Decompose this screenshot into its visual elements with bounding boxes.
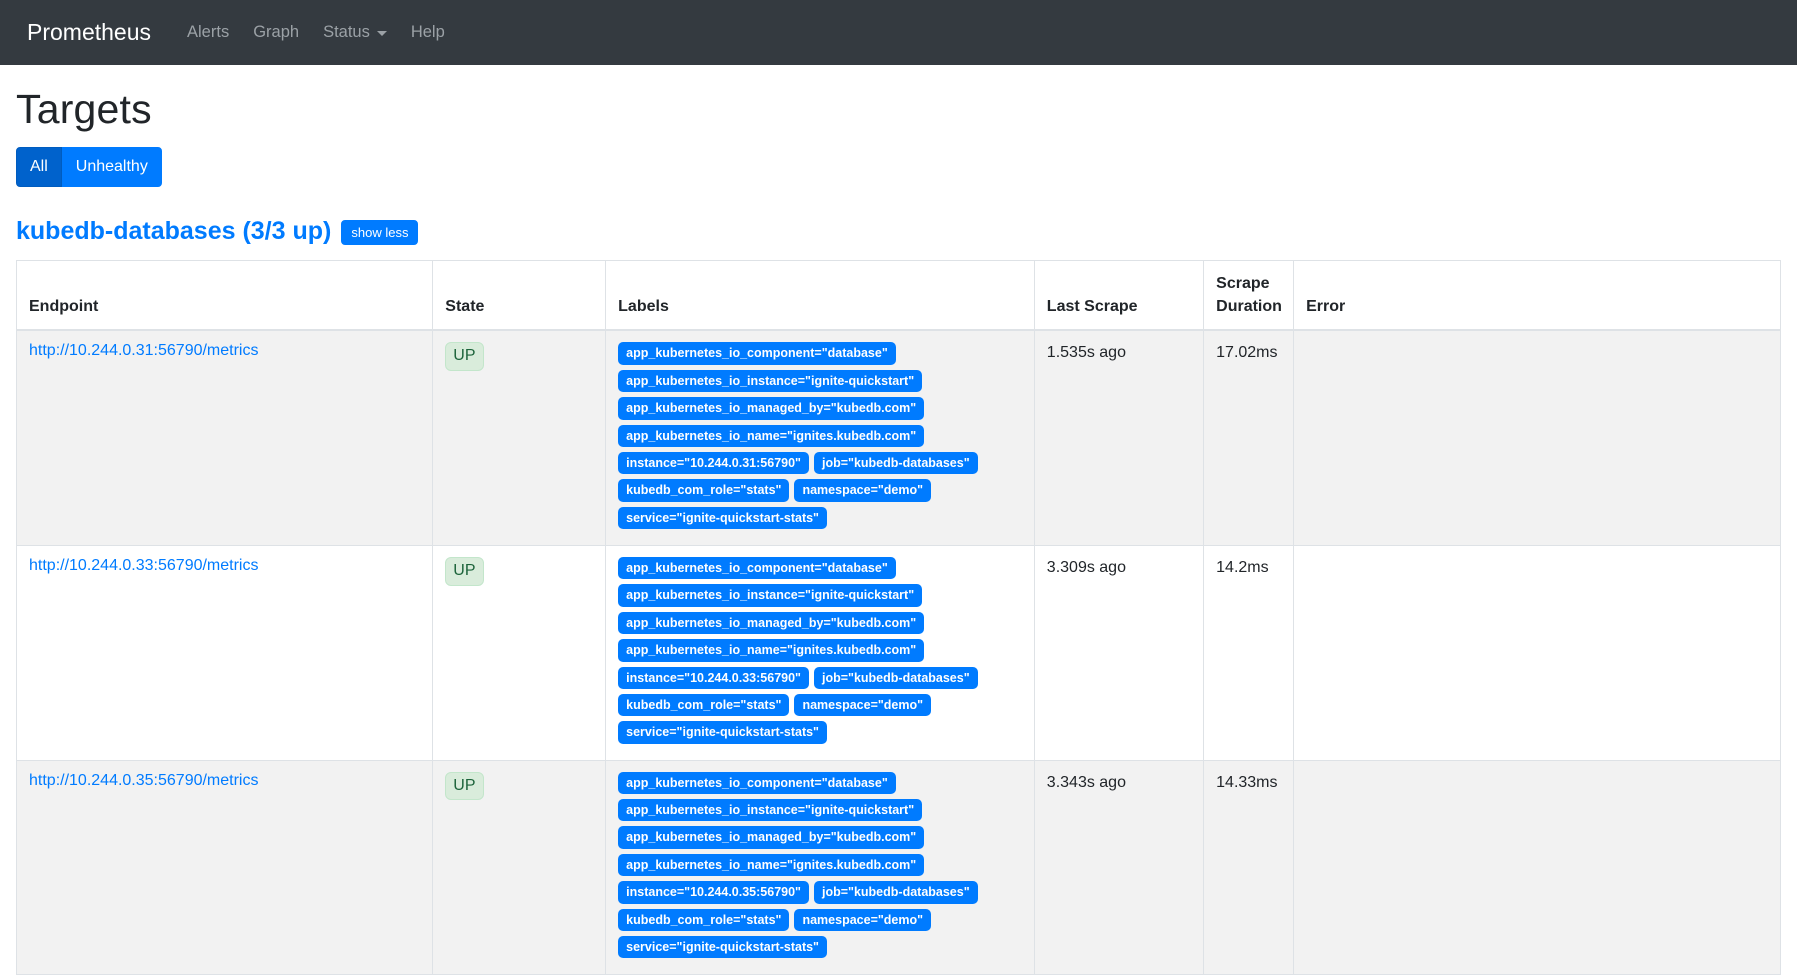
label-badge: app_kubernetes_io_managed_by="kubedb.com… [618, 612, 924, 634]
label-badge: app_kubernetes_io_instance="ignite-quick… [618, 799, 922, 821]
label-badge: app_kubernetes_io_name="ignites.kubedb.c… [618, 425, 924, 447]
target-filter-group: All Unhealthy [16, 147, 162, 187]
state-badge: UP [445, 342, 483, 371]
labels-list: app_kubernetes_io_component="database"ap… [618, 342, 1022, 534]
label-badge: kubedb_com_role="stats" [618, 909, 789, 931]
targets-table-head: Endpoint State Labels Last Scrape Scrape… [17, 261, 1781, 331]
error-value [1294, 330, 1781, 545]
endpoint-link[interactable]: http://10.244.0.31:56790/metrics [29, 342, 258, 359]
label-badge: service="ignite-quickstart-stats" [618, 721, 827, 743]
nav-item-status[interactable]: Status [311, 15, 399, 50]
label-badge: app_kubernetes_io_managed_by="kubedb.com… [618, 397, 924, 419]
labels-list: app_kubernetes_io_component="database"ap… [618, 772, 1022, 964]
state-badge: UP [445, 557, 483, 586]
filter-all-button[interactable]: All [16, 147, 62, 187]
last-scrape-value: 1.535s ago [1034, 330, 1203, 545]
label-badge: namespace="demo" [794, 909, 931, 931]
scrape-duration-value: 17.02ms [1204, 330, 1294, 545]
label-badge: namespace="demo" [794, 694, 931, 716]
label-badge: app_kubernetes_io_name="ignites.kubedb.c… [618, 639, 924, 661]
filter-unhealthy-button[interactable]: Unhealthy [62, 147, 162, 187]
show-less-button[interactable]: show less [341, 220, 418, 245]
brand-link[interactable]: Prometheus [27, 19, 151, 46]
header-scrape-duration: Scrape Duration [1204, 261, 1294, 331]
labels-list: app_kubernetes_io_component="database"ap… [618, 557, 1022, 749]
label-badge: app_kubernetes_io_component="database" [618, 557, 896, 579]
label-badge: app_kubernetes_io_name="ignites.kubedb.c… [618, 854, 924, 876]
label-badge: app_kubernetes_io_managed_by="kubedb.com… [618, 826, 924, 848]
nav-item-status-label: Status [323, 23, 370, 42]
header-labels: Labels [606, 261, 1035, 331]
label-badge: app_kubernetes_io_instance="ignite-quick… [618, 370, 922, 392]
label-badge: kubedb_com_role="stats" [618, 694, 789, 716]
scrape-duration-value: 14.33ms [1204, 760, 1294, 975]
nav-item-alerts[interactable]: Alerts [175, 15, 241, 50]
navbar-menu: Alerts Graph Status Help [175, 15, 457, 50]
scrape-duration-value: 14.2ms [1204, 546, 1294, 761]
label-badge: job="kubedb-databases" [814, 452, 978, 474]
label-badge: instance="10.244.0.35:56790" [618, 881, 809, 903]
last-scrape-value: 3.309s ago [1034, 546, 1203, 761]
endpoint-link[interactable]: http://10.244.0.33:56790/metrics [29, 557, 258, 574]
label-badge: namespace="demo" [794, 479, 931, 501]
error-value [1294, 760, 1781, 975]
target-row: http://10.244.0.35:56790/metrics UP app_ku… [17, 760, 1781, 975]
state-badge: UP [445, 772, 483, 801]
chevron-down-icon [377, 31, 387, 36]
label-badge: job="kubedb-databases" [814, 881, 978, 903]
header-endpoint: Endpoint [17, 261, 433, 331]
page-title: Targets [16, 86, 1781, 133]
job-group-header: kubedb-databases (3/3 up) show less [16, 217, 1781, 246]
nav-item-help[interactable]: Help [399, 15, 457, 50]
label-badge: service="ignite-quickstart-stats" [618, 936, 827, 958]
header-state: State [433, 261, 606, 331]
error-value [1294, 546, 1781, 761]
target-row: http://10.244.0.33:56790/metrics UP app_ku… [17, 546, 1781, 761]
label-badge: service="ignite-quickstart-stats" [618, 507, 827, 529]
label-badge: job="kubedb-databases" [814, 667, 978, 689]
target-row: http://10.244.0.31:56790/metrics UP app_ku… [17, 330, 1781, 545]
last-scrape-value: 3.343s ago [1034, 760, 1203, 975]
label-badge: app_kubernetes_io_instance="ignite-quick… [618, 584, 922, 606]
targets-table: Endpoint State Labels Last Scrape Scrape… [16, 260, 1781, 975]
label-badge: instance="10.244.0.33:56790" [618, 667, 809, 689]
header-last-scrape: Last Scrape [1034, 261, 1203, 331]
job-group-title: kubedb-databases (3/3 up) [16, 217, 331, 246]
label-badge: app_kubernetes_io_component="database" [618, 342, 896, 364]
label-badge: kubedb_com_role="stats" [618, 479, 789, 501]
label-badge: instance="10.244.0.31:56790" [618, 452, 809, 474]
endpoint-link[interactable]: http://10.244.0.35:56790/metrics [29, 772, 258, 789]
header-error: Error [1294, 261, 1781, 331]
targets-table-body: http://10.244.0.31:56790/metrics UP app_ku… [17, 330, 1781, 974]
nav-item-graph[interactable]: Graph [241, 15, 311, 50]
label-badge: app_kubernetes_io_component="database" [618, 772, 896, 794]
navbar: Prometheus Alerts Graph Status Help [0, 0, 1797, 65]
main-content: Targets All Unhealthy kubedb-databases (… [0, 86, 1797, 975]
